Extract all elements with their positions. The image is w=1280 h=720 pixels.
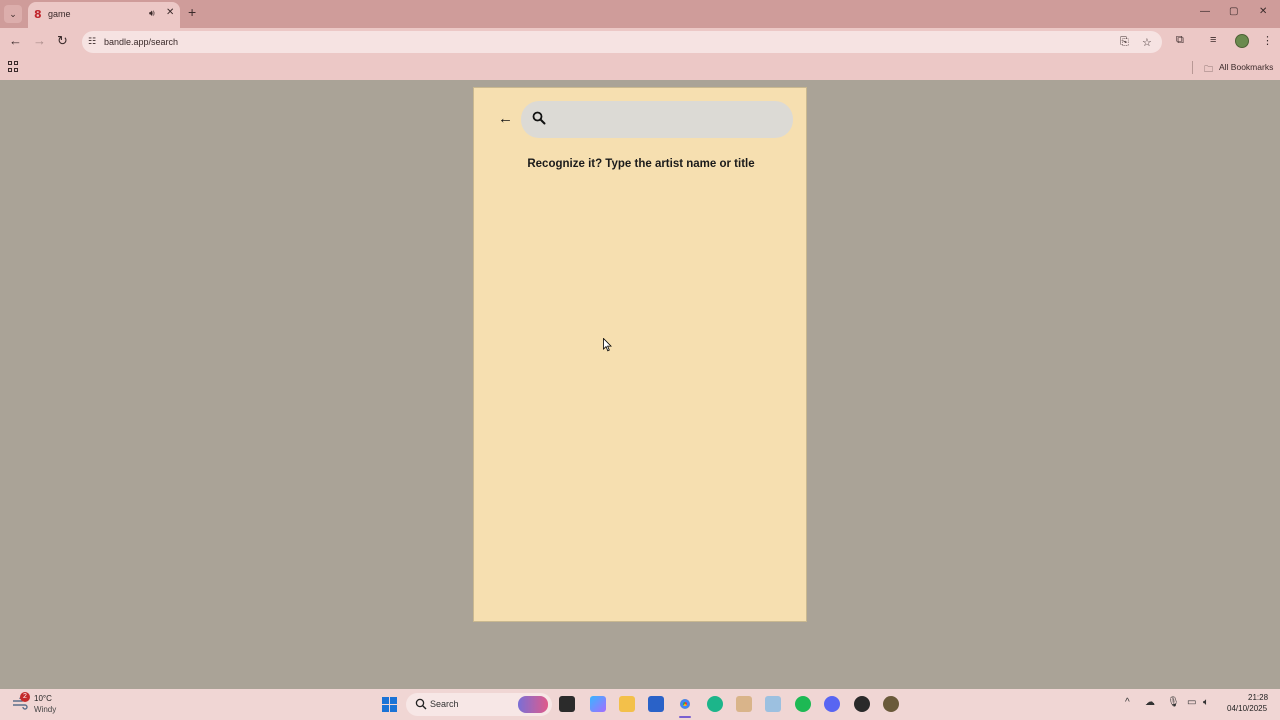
extensions-icon[interactable]: ⧉ <box>1176 34 1184 47</box>
clock-time[interactable]: 21:28 <box>1248 693 1268 702</box>
all-bookmarks-button[interactable]: All Bookmarks <box>1219 62 1273 72</box>
discord-app-icon[interactable] <box>824 696 840 712</box>
reload-button[interactable]: ↻ <box>57 34 68 48</box>
terminal-app-icon[interactable] <box>559 696 575 712</box>
taskbar: 2 10°C Windy Search ^ ☁ 🎙︎ ▭ 🔈︎ 21:28 04… <box>0 689 1280 720</box>
weather-badge: 2 <box>20 692 30 702</box>
photos-app-icon[interactable] <box>765 696 781 712</box>
tab-favicon: 8 <box>34 8 42 21</box>
search-icon <box>532 111 546 125</box>
address-bar[interactable]: ☷ bandle.app/search ⎘ ☆ <box>82 31 1162 53</box>
bookmarks-divider <box>1192 61 1193 74</box>
search-box[interactable] <box>521 101 793 138</box>
bookmark-star-icon[interactable]: ☆ <box>1142 36 1152 49</box>
app-icon[interactable] <box>854 696 870 712</box>
browser-tab[interactable]: 8 game 🔊︎ ✕ <box>28 2 180 28</box>
browser-tab-strip: ⌄ 8 game 🔊︎ ✕ + — ▢ ✕ <box>0 0 1280 28</box>
menu-kebab-icon[interactable]: ⋮ <box>1262 34 1273 47</box>
search-panel: ← Recognize it? Type the artist name or … <box>473 87 807 622</box>
install-app-icon[interactable]: ⎘ <box>1120 36 1129 49</box>
windows-start-icon[interactable] <box>382 697 397 712</box>
microphone-icon[interactable]: 🎙︎ <box>1167 697 1180 708</box>
chrome-app-icon[interactable] <box>677 696 693 712</box>
chat-app-icon[interactable] <box>707 696 723 712</box>
cloud-icon[interactable]: ☁ <box>1145 697 1155 708</box>
active-app-indicator <box>679 716 691 718</box>
game-app-icon[interactable] <box>883 696 899 712</box>
store-app-icon[interactable] <box>648 696 664 712</box>
show-hidden-icons-chevron-icon[interactable]: ^ <box>1125 697 1130 708</box>
spotify-app-icon[interactable] <box>795 696 811 712</box>
tab-close-icon[interactable]: ✕ <box>166 7 174 18</box>
file-explorer-icon[interactable] <box>619 696 635 712</box>
apps-grid-icon[interactable] <box>8 61 19 72</box>
back-arrow-icon[interactable]: ← <box>498 111 513 127</box>
profile-avatar[interactable] <box>1235 34 1249 48</box>
minimize-button[interactable]: — <box>1200 6 1210 17</box>
search-icon <box>415 698 427 710</box>
forward-button[interactable]: → <box>33 34 46 48</box>
clock-date[interactable]: 04/10/2025 <box>1227 704 1267 713</box>
weather-condition[interactable]: Windy <box>34 705 56 714</box>
weather-temperature[interactable]: 10°C <box>34 694 52 703</box>
copilot-app-icon[interactable] <box>590 696 606 712</box>
search-prompt: Recognize it? Type the artist name or ti… <box>527 158 755 170</box>
media-control-icon[interactable]: ≡ <box>1210 34 1216 46</box>
tab-title: game <box>48 9 71 19</box>
back-button[interactable]: ← <box>9 34 22 48</box>
taskbar-search-label: Search <box>430 699 459 709</box>
network-icon[interactable]: ▭ <box>1187 697 1196 708</box>
bookmarks-bar: 🗀︎ All Bookmarks <box>0 56 1280 80</box>
search-input[interactable] <box>553 109 783 129</box>
close-window-button[interactable]: ✕ <box>1259 6 1267 17</box>
search-highlight-icon <box>518 696 548 713</box>
tab-search-button[interactable]: ⌄ <box>4 5 22 23</box>
taskbar-search[interactable]: Search <box>406 693 552 716</box>
notes-app-icon[interactable] <box>736 696 752 712</box>
tab-audio-icon[interactable]: 🔊︎ <box>149 8 155 19</box>
folder-icon: 🗀︎ <box>1204 64 1214 74</box>
volume-icon[interactable]: 🔈︎ <box>1203 697 1209 708</box>
maximize-button[interactable]: ▢ <box>1229 6 1238 17</box>
site-info-icon[interactable]: ☷ <box>88 36 98 46</box>
url-text: bandle.app/search <box>104 37 179 47</box>
new-tab-button[interactable]: + <box>188 5 196 19</box>
mouse-cursor-icon <box>603 338 612 352</box>
browser-toolbar: ← → ↻ ☷ bandle.app/search ⎘ ☆ ⧉ ≡ ⋮ <box>0 28 1280 56</box>
